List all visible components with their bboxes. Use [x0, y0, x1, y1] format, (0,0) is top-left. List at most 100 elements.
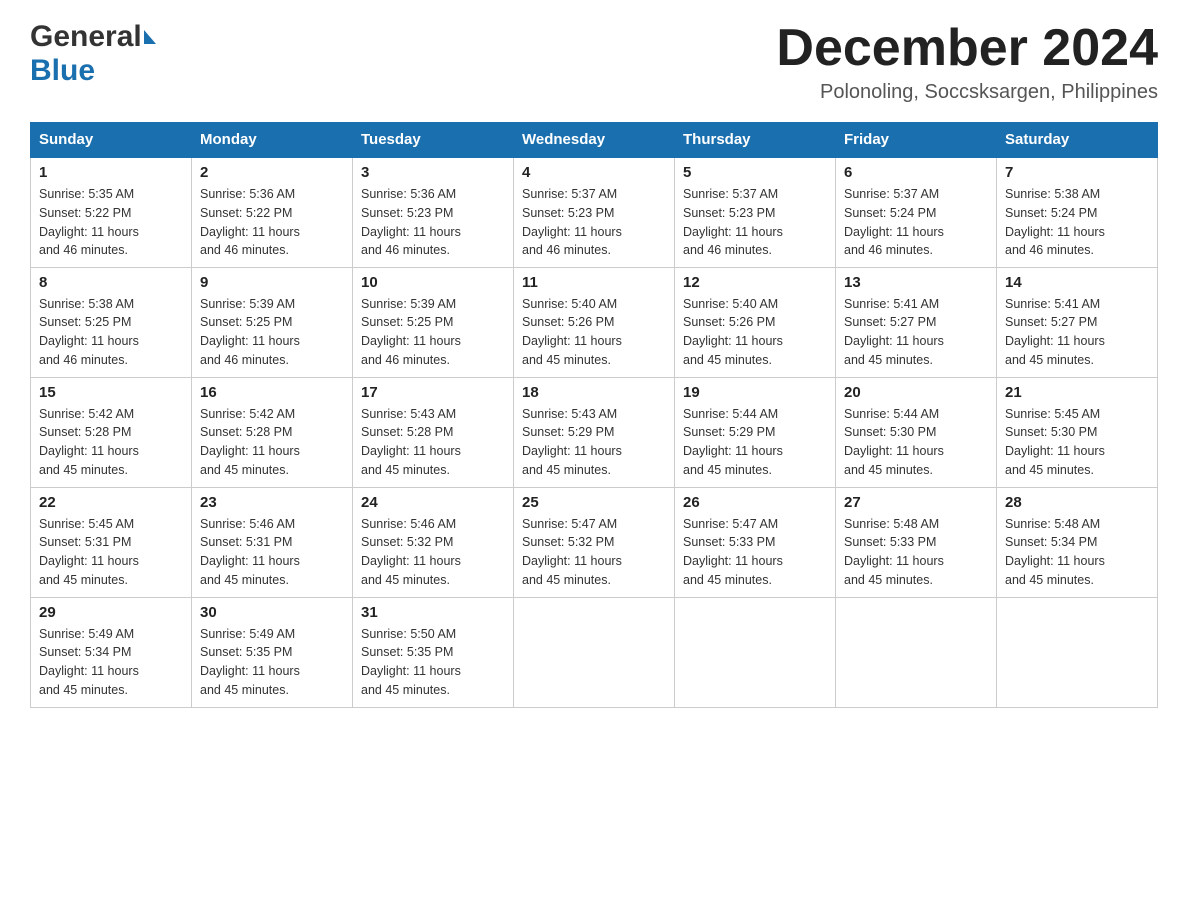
calendar-day-cell: 9 Sunrise: 5:39 AMSunset: 5:25 PMDaylight…	[192, 267, 353, 377]
day-number: 28	[1005, 494, 1149, 511]
day-info: Sunrise: 5:38 AMSunset: 5:24 PMDaylight:…	[1005, 185, 1149, 260]
day-of-week-header: Sunday	[31, 123, 192, 158]
day-of-week-header: Friday	[836, 123, 997, 158]
calendar-day-cell: 19 Sunrise: 5:44 AMSunset: 5:29 PMDayligh…	[675, 377, 836, 487]
day-info: Sunrise: 5:49 AMSunset: 5:34 PMDaylight:…	[39, 625, 183, 700]
day-number: 31	[361, 604, 505, 621]
calendar-day-cell: 13 Sunrise: 5:41 AMSunset: 5:27 PMDayligh…	[836, 267, 997, 377]
calendar-table: SundayMondayTuesdayWednesdayThursdayFrid…	[30, 122, 1158, 708]
day-number: 26	[683, 494, 827, 511]
calendar-week-row: 1Sunrise: 5:35 AMSunset: 5:22 PMDaylight…	[31, 157, 1158, 267]
calendar-day-cell	[675, 597, 836, 707]
calendar-day-cell: 22 Sunrise: 5:45 AMSunset: 5:31 PMDayligh…	[31, 487, 192, 597]
calendar-day-cell: 11 Sunrise: 5:40 AMSunset: 5:26 PMDayligh…	[514, 267, 675, 377]
day-info: Sunrise: 5:43 AMSunset: 5:29 PMDaylight:…	[522, 405, 666, 480]
calendar-day-cell: 8 Sunrise: 5:38 AMSunset: 5:25 PMDaylight…	[31, 267, 192, 377]
day-info: Sunrise: 5:41 AMSunset: 5:27 PMDaylight:…	[844, 295, 988, 370]
day-info: Sunrise: 5:39 AMSunset: 5:25 PMDaylight:…	[361, 295, 505, 370]
day-number: 18	[522, 384, 666, 401]
day-info: Sunrise: 5:40 AMSunset: 5:26 PMDaylight:…	[522, 295, 666, 370]
calendar-day-cell: 23 Sunrise: 5:46 AMSunset: 5:31 PMDayligh…	[192, 487, 353, 597]
day-number: 8	[39, 274, 183, 291]
day-number: 3	[361, 164, 505, 181]
day-info: Sunrise: 5:36 AMSunset: 5:23 PMDaylight:…	[361, 185, 505, 260]
day-info: Sunrise: 5:43 AMSunset: 5:28 PMDaylight:…	[361, 405, 505, 480]
day-number: 30	[200, 604, 344, 621]
calendar-week-row: 22 Sunrise: 5:45 AMSunset: 5:31 PMDayligh…	[31, 487, 1158, 597]
calendar-day-cell: 15 Sunrise: 5:42 AMSunset: 5:28 PMDayligh…	[31, 377, 192, 487]
calendar-day-cell: 21 Sunrise: 5:45 AMSunset: 5:30 PMDayligh…	[997, 377, 1158, 487]
calendar-day-cell: 2Sunrise: 5:36 AMSunset: 5:22 PMDaylight…	[192, 157, 353, 267]
day-info: Sunrise: 5:37 AMSunset: 5:23 PMDaylight:…	[683, 185, 827, 260]
logo-arrow-icon	[144, 30, 156, 44]
day-number: 15	[39, 384, 183, 401]
day-of-week-header: Tuesday	[353, 123, 514, 158]
calendar-day-cell: 30 Sunrise: 5:49 AMSunset: 5:35 PMDayligh…	[192, 597, 353, 707]
day-info: Sunrise: 5:46 AMSunset: 5:32 PMDaylight:…	[361, 515, 505, 590]
day-info: Sunrise: 5:40 AMSunset: 5:26 PMDaylight:…	[683, 295, 827, 370]
day-info: Sunrise: 5:37 AMSunset: 5:24 PMDaylight:…	[844, 185, 988, 260]
logo-general-text: General	[30, 20, 142, 54]
logo: General Blue	[30, 20, 156, 88]
calendar-day-cell	[997, 597, 1158, 707]
day-number: 9	[200, 274, 344, 291]
day-number: 24	[361, 494, 505, 511]
day-number: 21	[1005, 384, 1149, 401]
day-of-week-header: Monday	[192, 123, 353, 158]
day-info: Sunrise: 5:45 AMSunset: 5:30 PMDaylight:…	[1005, 405, 1149, 480]
calendar-day-cell: 14Sunrise: 5:41 AMSunset: 5:27 PMDayligh…	[997, 267, 1158, 377]
calendar-day-cell: 4 Sunrise: 5:37 AMSunset: 5:23 PMDaylight…	[514, 157, 675, 267]
day-number: 29	[39, 604, 183, 621]
calendar-title: December 2024	[776, 20, 1158, 77]
calendar-day-cell: 5 Sunrise: 5:37 AMSunset: 5:23 PMDaylight…	[675, 157, 836, 267]
day-info: Sunrise: 5:35 AMSunset: 5:22 PMDaylight:…	[39, 185, 183, 260]
day-info: Sunrise: 5:36 AMSunset: 5:22 PMDaylight:…	[200, 185, 344, 260]
day-of-week-header: Saturday	[997, 123, 1158, 158]
day-number: 10	[361, 274, 505, 291]
calendar-day-cell: 17 Sunrise: 5:43 AMSunset: 5:28 PMDayligh…	[353, 377, 514, 487]
day-number: 19	[683, 384, 827, 401]
calendar-day-cell: 25Sunrise: 5:47 AMSunset: 5:32 PMDayligh…	[514, 487, 675, 597]
day-number: 23	[200, 494, 344, 511]
calendar-day-cell: 29 Sunrise: 5:49 AMSunset: 5:34 PMDayligh…	[31, 597, 192, 707]
calendar-day-cell: 31 Sunrise: 5:50 AMSunset: 5:35 PMDayligh…	[353, 597, 514, 707]
day-number: 12	[683, 274, 827, 291]
calendar-day-cell: 20Sunrise: 5:44 AMSunset: 5:30 PMDayligh…	[836, 377, 997, 487]
day-info: Sunrise: 5:37 AMSunset: 5:23 PMDaylight:…	[522, 185, 666, 260]
day-number: 16	[200, 384, 344, 401]
day-number: 11	[522, 274, 666, 291]
day-number: 5	[683, 164, 827, 181]
day-info: Sunrise: 5:49 AMSunset: 5:35 PMDaylight:…	[200, 625, 344, 700]
day-number: 4	[522, 164, 666, 181]
day-number: 22	[39, 494, 183, 511]
day-info: Sunrise: 5:45 AMSunset: 5:31 PMDaylight:…	[39, 515, 183, 590]
day-number: 27	[844, 494, 988, 511]
calendar-day-cell: 1Sunrise: 5:35 AMSunset: 5:22 PMDaylight…	[31, 157, 192, 267]
day-number: 20	[844, 384, 988, 401]
day-number: 17	[361, 384, 505, 401]
day-of-week-header: Thursday	[675, 123, 836, 158]
day-info: Sunrise: 5:46 AMSunset: 5:31 PMDaylight:…	[200, 515, 344, 590]
day-number: 13	[844, 274, 988, 291]
calendar-day-cell: 12 Sunrise: 5:40 AMSunset: 5:26 PMDayligh…	[675, 267, 836, 377]
day-info: Sunrise: 5:39 AMSunset: 5:25 PMDaylight:…	[200, 295, 344, 370]
calendar-day-cell: 28 Sunrise: 5:48 AMSunset: 5:34 PMDayligh…	[997, 487, 1158, 597]
day-number: 25	[522, 494, 666, 511]
day-info: Sunrise: 5:38 AMSunset: 5:25 PMDaylight:…	[39, 295, 183, 370]
day-info: Sunrise: 5:48 AMSunset: 5:33 PMDaylight:…	[844, 515, 988, 590]
calendar-day-cell: 6Sunrise: 5:37 AMSunset: 5:24 PMDaylight…	[836, 157, 997, 267]
calendar-day-cell	[836, 597, 997, 707]
calendar-day-cell: 27 Sunrise: 5:48 AMSunset: 5:33 PMDayligh…	[836, 487, 997, 597]
day-info: Sunrise: 5:50 AMSunset: 5:35 PMDaylight:…	[361, 625, 505, 700]
day-info: Sunrise: 5:47 AMSunset: 5:33 PMDaylight:…	[683, 515, 827, 590]
day-info: Sunrise: 5:42 AMSunset: 5:28 PMDaylight:…	[200, 405, 344, 480]
calendar-day-cell: 3 Sunrise: 5:36 AMSunset: 5:23 PMDaylight…	[353, 157, 514, 267]
title-section: December 2024 Polonoling, Soccsksargen, …	[776, 20, 1158, 104]
day-info: Sunrise: 5:42 AMSunset: 5:28 PMDaylight:…	[39, 405, 183, 480]
day-info: Sunrise: 5:48 AMSunset: 5:34 PMDaylight:…	[1005, 515, 1149, 590]
calendar-week-row: 8 Sunrise: 5:38 AMSunset: 5:25 PMDaylight…	[31, 267, 1158, 377]
day-info: Sunrise: 5:44 AMSunset: 5:29 PMDaylight:…	[683, 405, 827, 480]
calendar-week-row: 15 Sunrise: 5:42 AMSunset: 5:28 PMDayligh…	[31, 377, 1158, 487]
calendar-subtitle: Polonoling, Soccsksargen, Philippines	[776, 81, 1158, 104]
page-header: General Blue December 2024 Polonoling, S…	[30, 20, 1158, 104]
